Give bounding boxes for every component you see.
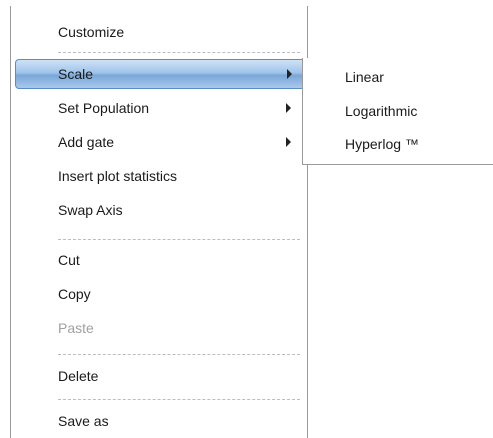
menu-separator [58,399,300,400]
context-menu: Customize Scale Set Population Add gate … [10,6,308,438]
menu-item-label: Customize [58,24,125,40]
menu-item-customize[interactable]: Customize [11,17,307,47]
menu-item-insert-plot-statistics[interactable]: Insert plot statistics [11,161,307,191]
menu-separator [58,239,300,240]
submenu-item-label: Linear [345,69,384,85]
menu-item-label: Save as [58,413,109,429]
menu-item-label: Add gate [58,134,115,150]
menu-item-delete[interactable]: Delete [11,361,307,391]
menu-item-paste: Paste [11,313,307,343]
scale-submenu: Linear Logarithmic Hyperlog ™ [302,58,493,165]
menu-item-save-as[interactable]: Save as [11,406,307,436]
menu-item-cut[interactable]: Cut [11,245,307,275]
menu-item-label: Swap Axis [58,202,123,218]
menu-item-scale[interactable]: Scale [15,59,305,89]
menu-item-label: Set Population [58,100,150,116]
menu-item-add-gate[interactable]: Add gate [11,127,307,157]
menu-item-copy[interactable]: Copy [11,279,307,309]
chevron-right-icon [287,69,292,79]
submenu-item-linear[interactable]: Linear [303,62,493,92]
menu-separator [58,354,300,355]
menu-item-label: Paste [58,320,94,336]
menu-item-label: Insert plot statistics [58,168,178,184]
menu-item-label: Delete [58,368,99,384]
submenu-item-logarithmic[interactable]: Logarithmic [303,96,493,126]
chevron-right-icon [286,137,291,147]
submenu-item-label: Logarithmic [345,103,418,119]
menu-item-label: Copy [58,286,91,302]
submenu-item-hyperlog[interactable]: Hyperlog ™ [303,129,493,159]
menu-item-swap-axis[interactable]: Swap Axis [11,195,307,225]
menu-separator [58,52,300,53]
chevron-right-icon [286,103,291,113]
menu-item-label: Scale [58,66,94,82]
submenu-item-label: Hyperlog ™ [345,136,419,152]
menu-item-set-population[interactable]: Set Population [11,93,307,123]
menu-item-label: Cut [58,252,80,268]
